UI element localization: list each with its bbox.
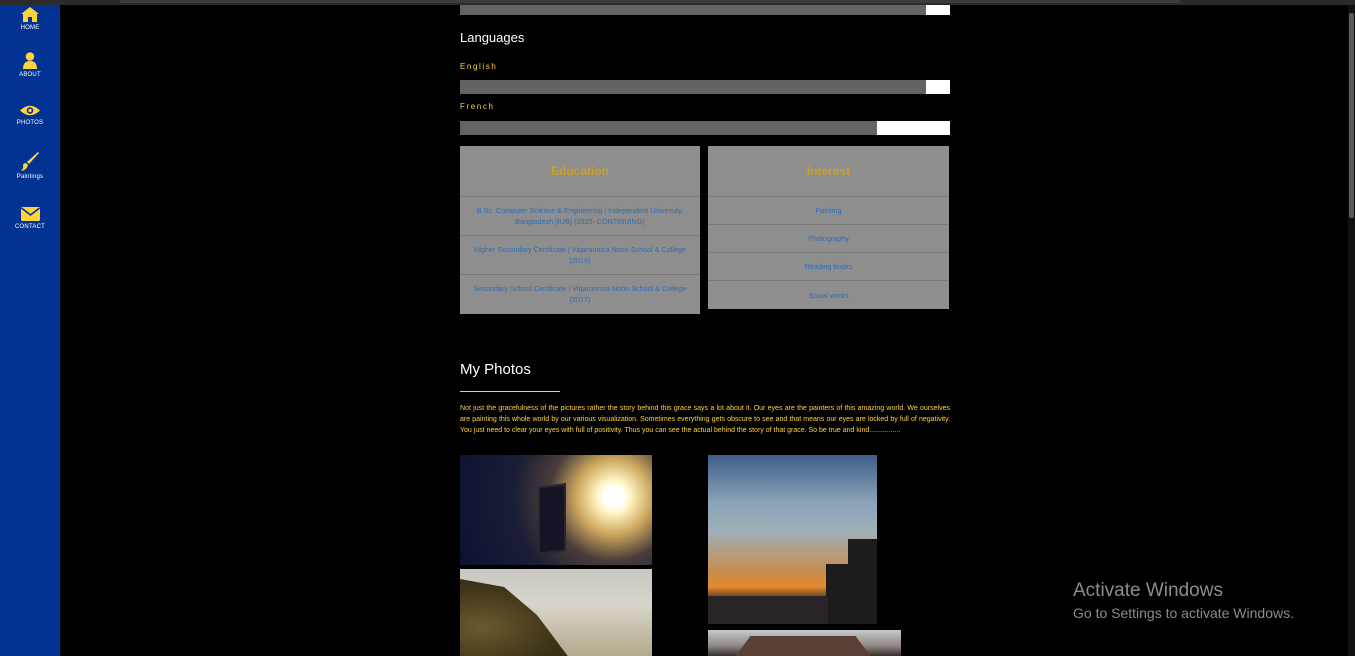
- nav-home[interactable]: HOME: [0, 7, 60, 31]
- interest-row: Social works: [808, 290, 849, 300]
- nav-contact-label: CONTACT: [15, 224, 45, 230]
- photos-description: Not just the gracefulness of the picture…: [460, 405, 950, 435]
- scrollbar-thumb[interactable]: [1349, 13, 1354, 218]
- skill-progress-bar: [460, 5, 950, 15]
- photo-night-lamp[interactable]: [460, 455, 652, 565]
- education-row: Secondary School Certificate | Viqarunni…: [473, 284, 687, 304]
- education-row: B.Sc. Computer Science & Engineering | I…: [460, 197, 700, 236]
- nav-photos-label: PHOTOS: [16, 120, 44, 126]
- interest-row: Reading books: [708, 253, 949, 281]
- nav-contact[interactable]: CONTACT: [0, 207, 60, 230]
- language-fill-french: [460, 121, 877, 135]
- photos-heading: My Photos: [460, 361, 531, 378]
- nav-about-label: ABOUT: [19, 72, 41, 78]
- paintbrush-icon: [21, 152, 39, 171]
- interest-card: Interest Painting Photography Reading bo…: [708, 146, 949, 309]
- skill-progress-fill: [460, 5, 926, 15]
- nav-paintings[interactable]: Paintings: [0, 152, 60, 180]
- eye-icon: [20, 105, 40, 116]
- nav-home-label: HOME: [20, 25, 40, 31]
- education-row: Higher Secondary Certificate | Viqarunni…: [460, 236, 700, 275]
- interest-row: Painting: [708, 197, 949, 225]
- language-label-french: French: [460, 102, 495, 111]
- nav-photos[interactable]: PHOTOS: [0, 104, 60, 126]
- language-fill-english: [460, 80, 926, 94]
- sidebar-nav: HOME ABOUT PHOTOS Paintings CONTACT: [0, 5, 60, 656]
- photo-rooftop[interactable]: [708, 630, 901, 656]
- home-icon: [21, 7, 39, 22]
- photo-sunset-sky[interactable]: [708, 455, 877, 624]
- nav-about[interactable]: ABOUT: [0, 52, 60, 78]
- page-scrollbar[interactable]: [1348, 5, 1355, 656]
- activate-windows-subtitle: Go to Settings to activate Windows.: [1073, 605, 1294, 621]
- interest-title: Interest: [708, 146, 949, 197]
- nav-paintings-label: Paintings: [16, 174, 44, 180]
- interest-row: Photography: [708, 225, 949, 253]
- languages-heading: Languages: [460, 30, 525, 45]
- education-card: Education B.Sc. Computer Science & Engin…: [460, 146, 700, 314]
- activate-windows-title: Activate Windows: [1073, 580, 1223, 601]
- language-label-english: English: [460, 62, 498, 71]
- photos-heading-underline: [460, 391, 560, 392]
- photo-hillside[interactable]: [460, 569, 652, 656]
- envelope-icon: [20, 207, 40, 221]
- language-bar-english: [460, 80, 950, 94]
- user-icon: [23, 52, 37, 69]
- education-title: Education: [460, 146, 700, 197]
- language-bar-french: [460, 121, 950, 135]
